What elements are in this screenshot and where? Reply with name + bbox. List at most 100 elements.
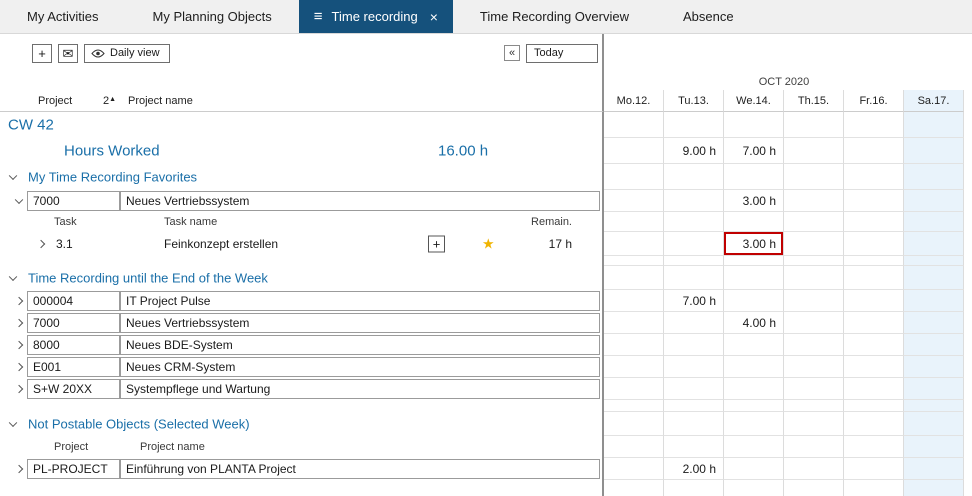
- time-cell[interactable]: [904, 334, 964, 356]
- today-selector[interactable]: Today: [526, 44, 598, 63]
- time-cell[interactable]: [664, 378, 724, 400]
- time-cell[interactable]: 4.00 h: [724, 312, 784, 334]
- time-cell[interactable]: [844, 290, 904, 312]
- project-code-field[interactable]: PL-PROJECT: [27, 459, 120, 479]
- section-title[interactable]: Not Postable Objects (Selected Week): [28, 417, 250, 432]
- chevron-down-icon[interactable]: [9, 172, 17, 180]
- chevron-right-icon[interactable]: [15, 341, 23, 349]
- project-name-field[interactable]: Systempflege und Wartung: [120, 379, 600, 399]
- favorite-star-icon[interactable]: ★: [482, 236, 495, 253]
- time-cell[interactable]: [844, 458, 904, 480]
- time-cell[interactable]: [784, 312, 844, 334]
- time-cell[interactable]: [664, 334, 724, 356]
- time-cell[interactable]: [604, 290, 664, 312]
- project-name-column-header[interactable]: Project name: [128, 95, 193, 107]
- time-cell[interactable]: [904, 378, 964, 400]
- time-cell[interactable]: [904, 458, 964, 480]
- project-code-field[interactable]: 7000: [27, 191, 120, 211]
- time-cell[interactable]: [604, 356, 664, 378]
- time-cell[interactable]: [664, 356, 724, 378]
- time-cell[interactable]: [784, 378, 844, 400]
- chevron-right-icon[interactable]: [15, 465, 23, 473]
- previous-period-button[interactable]: «: [504, 45, 520, 61]
- time-cell[interactable]: [664, 190, 724, 212]
- time-cell[interactable]: [604, 312, 664, 334]
- chevron-down-icon[interactable]: [9, 273, 17, 281]
- hours-worked-row: Hours Worked 16.00 h 9.00 h 7.00 h: [0, 138, 972, 164]
- time-cell[interactable]: [844, 378, 904, 400]
- time-cell[interactable]: [784, 334, 844, 356]
- tab-absence[interactable]: Absence: [656, 0, 761, 33]
- project-name-field[interactable]: Neues BDE-System: [120, 335, 600, 355]
- time-cell[interactable]: [784, 458, 844, 480]
- time-cell[interactable]: [604, 232, 664, 256]
- project-column-header[interactable]: Project: [38, 95, 72, 107]
- project-name-field[interactable]: Einführung von PLANTA Project: [120, 459, 600, 479]
- tab-my-activities[interactable]: My Activities: [0, 0, 126, 33]
- chevron-down-icon[interactable]: [15, 196, 23, 204]
- time-cell[interactable]: [664, 232, 724, 256]
- tab-time-recording[interactable]: ≡ Time recording ×: [299, 0, 453, 33]
- time-cell[interactable]: [844, 190, 904, 212]
- remaining-effort: 17 h: [549, 237, 572, 251]
- time-cell[interactable]: [904, 190, 964, 212]
- tab-my-planning-objects[interactable]: My Planning Objects: [126, 0, 299, 33]
- chevron-right-icon[interactable]: [37, 240, 45, 248]
- time-cell[interactable]: [844, 356, 904, 378]
- time-cell[interactable]: [664, 312, 724, 334]
- mail-button[interactable]: ✉: [58, 44, 78, 63]
- project-code-field[interactable]: 000004: [27, 291, 120, 311]
- chevron-right-icon[interactable]: [15, 319, 23, 327]
- project-code-field[interactable]: S+W 20XX: [27, 379, 120, 399]
- project-code-field[interactable]: 8000: [27, 335, 120, 355]
- time-cell[interactable]: [784, 190, 844, 212]
- section-title[interactable]: Time Recording until the End of the Week: [28, 271, 268, 286]
- time-cell[interactable]: [724, 356, 784, 378]
- time-cell[interactable]: [604, 458, 664, 480]
- time-cell[interactable]: [784, 232, 844, 256]
- time-cell[interactable]: 3.00 h: [724, 190, 784, 212]
- chevron-right-icon[interactable]: [15, 297, 23, 305]
- project-days: [604, 378, 964, 400]
- add-button[interactable]: +: [32, 44, 52, 63]
- row-strip: [964, 412, 972, 436]
- time-cell[interactable]: [724, 458, 784, 480]
- chevron-right-icon[interactable]: [15, 385, 23, 393]
- time-cell[interactable]: [904, 356, 964, 378]
- time-cell[interactable]: [844, 232, 904, 256]
- time-cell[interactable]: 2.00 h: [664, 458, 724, 480]
- time-cell[interactable]: [904, 290, 964, 312]
- section-title[interactable]: My Time Recording Favorites: [28, 170, 197, 185]
- project-name-field[interactable]: IT Project Pulse: [120, 291, 600, 311]
- menu-icon[interactable]: ≡: [314, 9, 323, 24]
- time-cell[interactable]: [844, 312, 904, 334]
- chevron-right-icon[interactable]: [15, 363, 23, 371]
- project-code-field[interactable]: 7000: [27, 313, 120, 333]
- project-name-field[interactable]: Neues Vertriebssystem: [120, 313, 600, 333]
- add-time-entry-button[interactable]: +: [428, 236, 445, 253]
- close-icon[interactable]: ×: [430, 9, 438, 25]
- day-cell: [604, 112, 664, 138]
- filler-left: [0, 480, 604, 496]
- project-name-field[interactable]: Neues CRM-System: [120, 357, 600, 377]
- view-mode-selector[interactable]: Daily view: [84, 44, 170, 63]
- time-cell[interactable]: [904, 312, 964, 334]
- time-cell[interactable]: [784, 290, 844, 312]
- project-code-field[interactable]: E001: [27, 357, 120, 377]
- time-cell[interactable]: 7.00 h: [664, 290, 724, 312]
- time-cell[interactable]: [604, 378, 664, 400]
- time-cell[interactable]: [724, 290, 784, 312]
- time-cell[interactable]: [724, 334, 784, 356]
- project-name-field[interactable]: Neues Vertriebssystem: [120, 191, 600, 211]
- time-cell[interactable]: [904, 232, 964, 256]
- time-cell-highlighted[interactable]: 3.00 h: [724, 232, 784, 256]
- time-cell[interactable]: [724, 378, 784, 400]
- sort-indicator[interactable]: 2▲: [103, 95, 116, 107]
- time-cell[interactable]: [604, 334, 664, 356]
- chevron-down-icon[interactable]: [9, 419, 17, 427]
- time-cell[interactable]: [844, 334, 904, 356]
- tab-time-recording-overview[interactable]: Time Recording Overview: [453, 0, 656, 33]
- day-cell: [844, 112, 904, 138]
- time-cell[interactable]: [604, 190, 664, 212]
- time-cell[interactable]: [784, 356, 844, 378]
